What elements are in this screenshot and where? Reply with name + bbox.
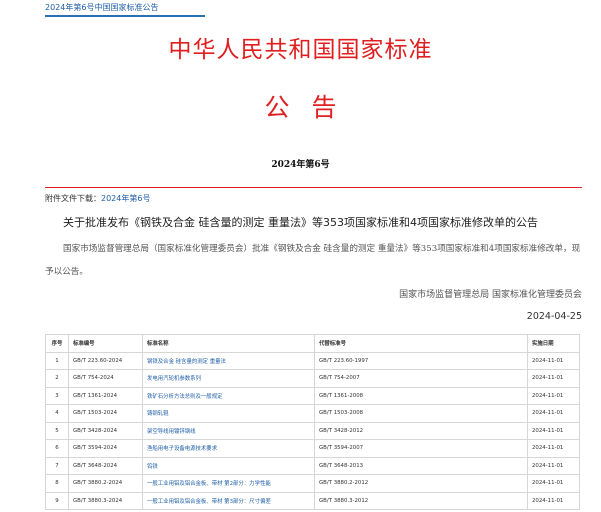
effective-date: 2024-11-01 bbox=[527, 439, 580, 458]
replaced-standard: GB/T 3428-2012 bbox=[314, 421, 528, 440]
breadcrumb-link[interactable]: 2024年第6号中国国家标准公告 bbox=[45, 2, 158, 13]
effective-date: 2024-11-01 bbox=[527, 386, 580, 405]
signatory: 国家市场监督管理总局 国家标准化管理委员会 bbox=[399, 290, 582, 300]
table-row: 5 GB/T 3428-2024 架空导线用镀锌钢线 GB/T 3428-201… bbox=[45, 421, 580, 440]
standard-code: GB/T 3880.3-2024 bbox=[68, 491, 143, 510]
row-index: 9 bbox=[45, 491, 69, 510]
row-index: 5 bbox=[45, 421, 69, 440]
effective-date: 2024-11-01 bbox=[527, 369, 580, 388]
row-index: 2 bbox=[45, 369, 69, 388]
row-index: 4 bbox=[45, 404, 69, 423]
column-header-index: 序号 bbox=[45, 334, 69, 353]
column-header-replaced: 代替标准号 bbox=[314, 334, 528, 353]
table-row: 2 GB/T 754-2024 发电用汽轮机参数系列 GB/T 754-2007… bbox=[45, 369, 580, 388]
standard-code: GB/T 3648-2024 bbox=[68, 456, 143, 475]
effective-date: 2024-11-01 bbox=[527, 491, 580, 510]
standard-code: GB/T 1361-2024 bbox=[68, 386, 143, 405]
attachment-download-link[interactable]: 2024年第6号 bbox=[101, 194, 150, 203]
standard-code: GB/T 754-2024 bbox=[68, 369, 143, 388]
announcement-heading: 公告 bbox=[264, 93, 359, 122]
replaced-standard: GB/T 223.60-1997 bbox=[314, 351, 528, 370]
table-row: 8 GB/T 3880.2-2024 一般工业用铝及铝合金板、带材 第2部分：力… bbox=[45, 474, 580, 493]
column-header-date: 实施日期 bbox=[527, 334, 580, 353]
standard-code: GB/T 3594-2024 bbox=[68, 439, 143, 458]
replaced-standard: GB/T 1503-2008 bbox=[314, 404, 528, 423]
attachment-line: 附件文件下载：2024年第6号 bbox=[45, 193, 150, 204]
effective-date: 2024-11-01 bbox=[527, 474, 580, 493]
announcement-page: 2024年第6号中国国家标准公告 中华人民共和国国家标准 公告 2024年第6号… bbox=[0, 0, 601, 512]
attachment-label: 附件文件下载： bbox=[45, 194, 101, 203]
replaced-standard: GB/T 3880.2-2012 bbox=[314, 474, 528, 493]
standard-name-link[interactable]: 发电用汽轮机参数系列 bbox=[142, 369, 315, 388]
standard-code: GB/T 3880.2-2024 bbox=[68, 474, 143, 493]
publish-date: 2024-04-25 bbox=[526, 311, 582, 322]
standard-name-link[interactable]: 一般工业用铝及铝合金板、带材 第2部分：力学性能 bbox=[142, 474, 315, 493]
table-row: 3 GB/T 1361-2024 铁矿石分析方法总则及一般规定 GB/T 136… bbox=[45, 386, 580, 405]
standard-code: GB/T 3428-2024 bbox=[68, 421, 143, 440]
effective-date: 2024-11-01 bbox=[527, 421, 580, 440]
table-header-row: 序号 标准编号 标准名称 代替标准号 实施日期 bbox=[45, 334, 580, 353]
row-index: 8 bbox=[45, 474, 69, 493]
replaced-standard: GB/T 3880.3-2012 bbox=[314, 491, 528, 510]
standard-code: GB/T 1503-2024 bbox=[68, 404, 143, 423]
standard-name-link[interactable]: 架空导线用镀锌钢线 bbox=[142, 421, 315, 440]
standard-name-link[interactable]: 渔船用电子设备电源技术要求 bbox=[142, 439, 315, 458]
table-row: 7 GB/T 3648-2024 钨铁 GB/T 3648-2013 2024-… bbox=[45, 456, 580, 475]
table-row: 6 GB/T 3594-2024 渔船用电子设备电源技术要求 GB/T 3594… bbox=[45, 439, 580, 458]
standard-name-link[interactable]: 一般工业用铝及铝合金板、带材 第3部分：尺寸偏差 bbox=[142, 491, 315, 510]
effective-date: 2024-11-01 bbox=[527, 351, 580, 370]
row-index: 3 bbox=[45, 386, 69, 405]
standard-name-link[interactable]: 铸钢轧辊 bbox=[142, 404, 315, 423]
row-index: 6 bbox=[45, 439, 69, 458]
column-header-name: 标准名称 bbox=[142, 334, 315, 353]
red-divider bbox=[45, 187, 582, 188]
row-index: 7 bbox=[45, 456, 69, 475]
standard-name-link[interactable]: 钢铁及合金 硅含量的测定 重量法 bbox=[142, 351, 315, 370]
row-index: 1 bbox=[45, 351, 69, 370]
notice-body: 国家市场监督管理总局（国家标准化管理委员会）批准《钢铁及合金 硅含量的测定 重量… bbox=[45, 244, 581, 277]
standards-table: 序号 标准编号 标准名称 代替标准号 实施日期 1 GB/T 223.60-20… bbox=[45, 334, 580, 510]
replaced-standard: GB/T 3648-2013 bbox=[314, 456, 528, 475]
replaced-standard: GB/T 754-2007 bbox=[314, 369, 528, 388]
issue-number: 2024年第6号 bbox=[271, 160, 330, 170]
replaced-standard: GB/T 1361-2008 bbox=[314, 386, 528, 405]
table-row: 9 GB/T 3880.3-2024 一般工业用铝及铝合金板、带材 第3部分：尺… bbox=[45, 491, 580, 510]
column-header-code: 标准编号 bbox=[68, 334, 143, 353]
breadcrumb-underline bbox=[45, 15, 205, 17]
page-title: 中华人民共和国国家标准 bbox=[168, 37, 433, 63]
replaced-standard: GB/T 3594-2007 bbox=[314, 439, 528, 458]
effective-date: 2024-11-01 bbox=[527, 404, 580, 423]
standard-name-link[interactable]: 钨铁 bbox=[142, 456, 315, 475]
table-row: 1 GB/T 223.60-2024 钢铁及合金 硅含量的测定 重量法 GB/T… bbox=[45, 351, 580, 370]
table-row: 4 GB/T 1503-2024 铸钢轧辊 GB/T 1503-2008 202… bbox=[45, 404, 580, 423]
effective-date: 2024-11-01 bbox=[527, 456, 580, 475]
notice-title: 关于批准发布《钢铁及合金 硅含量的测定 重量法》等353项国家标准和4项国家标准… bbox=[63, 216, 538, 229]
standard-code: GB/T 223.60-2024 bbox=[68, 351, 143, 370]
standard-name-link[interactable]: 铁矿石分析方法总则及一般规定 bbox=[142, 386, 315, 405]
